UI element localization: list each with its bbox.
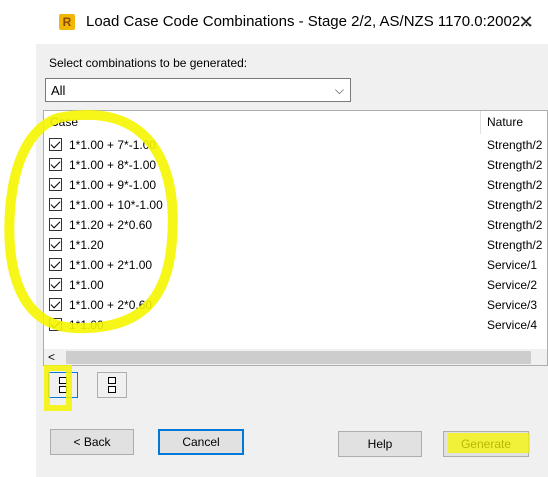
nature-cell: Strength/2 <box>487 218 543 232</box>
select-label: Select combinations to be generated: <box>49 56 248 70</box>
background-strip <box>0 0 36 477</box>
case-cell: 1*1.00 <box>69 318 104 332</box>
nature-cell: Strength/2 <box>487 158 543 172</box>
close-icon[interactable]: ✕ <box>514 10 538 34</box>
case-cell: 1*1.00 + 2*0.60 <box>69 298 153 312</box>
case-cell: 1*1.00 + 2*1.00 <box>69 258 153 272</box>
nature-cell: Strength/2 <box>487 198 543 212</box>
combination-filter-dropdown[interactable]: All ⌵ <box>45 78 351 102</box>
scrollbar-thumb[interactable] <box>66 351 531 364</box>
table-row[interactable]: 1*1.00 Service/4 <box>44 315 547 335</box>
generate-button[interactable]: Generate <box>443 431 529 457</box>
checked-box-icon <box>59 386 67 393</box>
column-header-nature[interactable]: Nature <box>481 111 547 134</box>
table-row[interactable]: 1*1.00 + 2*0.60 Service/3 <box>44 295 547 315</box>
row-checkbox[interactable] <box>49 238 62 251</box>
case-cell: 1*1.00 + 8*-1.00 <box>69 158 157 172</box>
table-row[interactable]: 1*1.20 + 2*0.60 Strength/2 <box>44 215 547 235</box>
row-checkbox[interactable] <box>49 198 62 211</box>
table-row[interactable]: 1*1.00 + 10*-1.00 Strength/2 <box>44 195 547 215</box>
table-row[interactable]: 1*1.00 + 2*1.00 Service/1 <box>44 255 547 275</box>
column-header-case[interactable]: Case <box>44 111 481 134</box>
nature-cell: Service/4 <box>487 318 538 332</box>
row-checkbox[interactable] <box>49 218 62 231</box>
row-checkbox[interactable] <box>49 178 62 191</box>
cancel-button[interactable]: Cancel <box>158 429 244 455</box>
row-checkbox[interactable] <box>49 138 62 151</box>
scroll-left-icon[interactable]: < <box>48 350 55 364</box>
chevron-down-icon: ⌵ <box>334 83 344 97</box>
case-cell: 1*1.00 + 7*-1.00 <box>69 138 157 152</box>
checked-box-icon <box>59 377 67 384</box>
table-row[interactable]: 1*1.00 + 9*-1.00 Strength/2 <box>44 175 547 195</box>
table-row[interactable]: 1*1.00 + 7*-1.00 Strength/2 <box>44 135 547 155</box>
dropdown-value: All <box>51 83 66 98</box>
row-checkbox[interactable] <box>49 258 62 271</box>
case-cell: 1*1.00 + 9*-1.00 <box>69 178 157 192</box>
case-cell: 1*1.00 + 10*-1.00 <box>69 198 163 212</box>
empty-box-icon <box>108 386 116 393</box>
deselect-all-button[interactable] <box>97 372 127 398</box>
case-cell: 1*1.20 + 2*0.60 <box>69 218 153 232</box>
nature-cell: Service/2 <box>487 278 538 292</box>
back-button[interactable]: < Back <box>50 429 134 455</box>
table-row[interactable]: 1*1.20 Strength/2 <box>44 235 547 255</box>
select-all-button[interactable] <box>48 372 78 398</box>
empty-box-icon <box>108 377 116 384</box>
app-icon: R <box>59 14 75 30</box>
horizontal-scrollbar[interactable]: < <box>44 349 547 365</box>
nature-cell: Service/1 <box>487 258 538 272</box>
case-cell: 1*1.20 <box>69 238 104 252</box>
table-row[interactable]: 1*1.00 + 8*-1.00 Strength/2 <box>44 155 547 175</box>
row-checkbox[interactable] <box>49 298 62 311</box>
window-title: Load Case Code Combinations - Stage 2/2,… <box>86 13 533 30</box>
nature-cell: Service/3 <box>487 298 538 312</box>
help-button[interactable]: Help <box>338 431 422 457</box>
nature-cell: Strength/2 <box>487 238 543 252</box>
table-row[interactable]: 1*1.00 Service/2 <box>44 275 547 295</box>
case-cell: 1*1.00 <box>69 278 104 292</box>
row-checkbox[interactable] <box>49 318 62 331</box>
combinations-list[interactable]: Case Nature 1*1.00 + 7*-1.00 Strength/2 … <box>43 110 548 366</box>
nature-cell: Strength/2 <box>487 138 543 152</box>
row-checkbox[interactable] <box>49 158 62 171</box>
nature-cell: Strength/2 <box>487 178 543 192</box>
row-checkbox[interactable] <box>49 278 62 291</box>
